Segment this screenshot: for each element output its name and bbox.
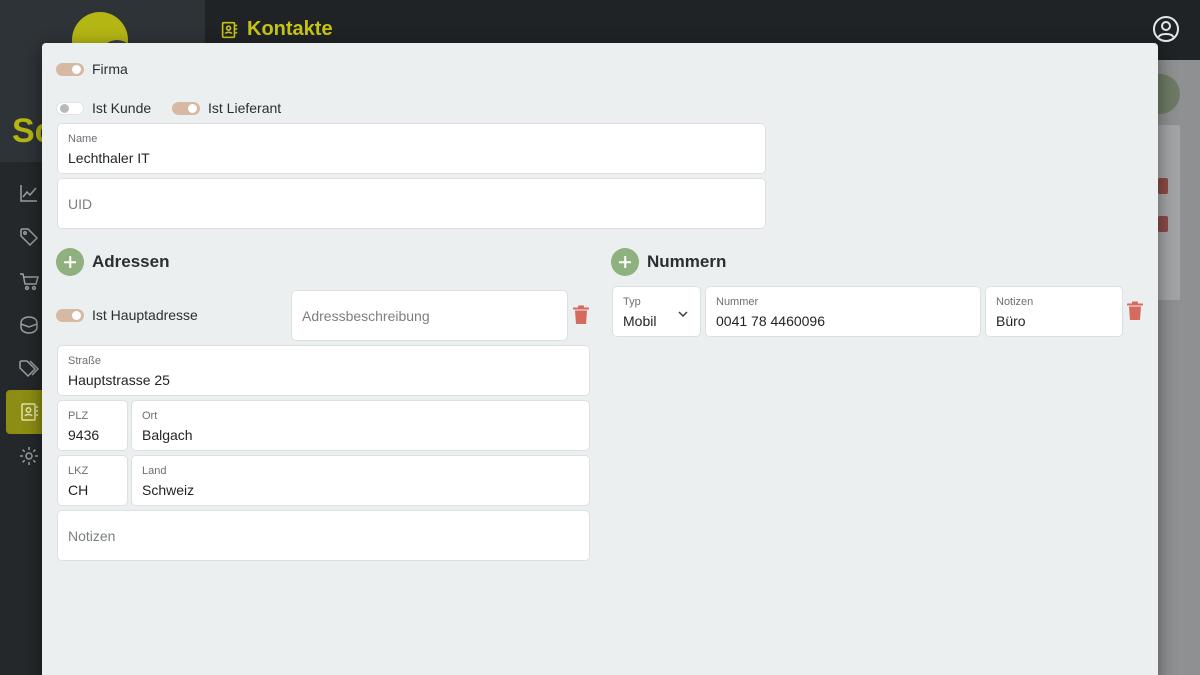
- firma-toggle-row[interactable]: Firma: [56, 61, 128, 77]
- country-code-value: CH: [68, 482, 89, 498]
- ist-lieferant-toggle[interactable]: [172, 101, 200, 115]
- main-address-label: Ist Hauptadresse: [92, 307, 198, 323]
- number-notes-field[interactable]: Notizen Büro: [985, 286, 1123, 337]
- number-notes-value: Büro: [996, 313, 1026, 329]
- tags-icon[interactable]: [18, 358, 40, 380]
- phone-number-value: 0041 78 4460096: [716, 313, 825, 329]
- address-notes-field[interactable]: Notizen: [57, 510, 590, 561]
- zip-value: 9436: [68, 427, 100, 443]
- name-field[interactable]: Name Lechthaler IT: [57, 123, 766, 174]
- country-value: Schweiz: [142, 482, 195, 498]
- chart-line-icon[interactable]: [18, 182, 40, 204]
- settings-icon[interactable]: [18, 445, 40, 467]
- page-title: Kontakte: [219, 18, 333, 41]
- number-type-label: Typ: [623, 296, 641, 308]
- page-title-text: Kontakte: [247, 18, 333, 40]
- address-description-field[interactable]: Adressbeschreibung: [291, 290, 568, 341]
- number-type-select[interactable]: Typ Mobil: [612, 286, 701, 337]
- delete-address-icon[interactable]: [572, 305, 590, 325]
- numbers-heading: Nummern: [611, 248, 726, 276]
- main-address-toggle-row[interactable]: Ist Hauptadresse: [56, 307, 198, 323]
- street-value: Hauptstrasse 25: [68, 372, 170, 388]
- number-type-value: Mobil: [623, 313, 657, 329]
- numbers-heading-text: Nummern: [647, 252, 727, 271]
- ist-kunde-label: Ist Kunde: [92, 100, 152, 116]
- phone-number-field[interactable]: Nummer 0041 78 4460096: [705, 286, 981, 337]
- number-notes-label: Notizen: [996, 296, 1034, 308]
- name-label: Name: [68, 133, 98, 145]
- firma-label: Firma: [92, 61, 128, 77]
- address-notes-placeholder: Notizen: [68, 528, 116, 544]
- name-value: Lechthaler IT: [68, 150, 150, 166]
- phone-number-label: Nummer: [716, 296, 759, 308]
- add-address-button[interactable]: [56, 248, 84, 276]
- add-number-button[interactable]: [611, 248, 639, 276]
- uid-field[interactable]: UID: [57, 178, 766, 229]
- city-label: Ort: [142, 410, 158, 422]
- account-icon[interactable]: [1152, 15, 1180, 43]
- country-code-field[interactable]: LKZ CH: [57, 455, 128, 506]
- uid-placeholder: UID: [68, 196, 93, 212]
- contacts-icon[interactable]: [18, 401, 40, 423]
- ist-kunde-toggle[interactable]: [56, 101, 84, 115]
- zip-field[interactable]: PLZ 9436: [57, 400, 128, 451]
- country-code-label: LKZ: [68, 465, 89, 477]
- address-description-placeholder: Adressbeschreibung: [302, 308, 430, 324]
- ist-kunde-toggle-row[interactable]: Ist Kunde: [56, 100, 151, 116]
- city-field[interactable]: Ort Balgach: [131, 400, 590, 451]
- background-trash-icon: [1158, 216, 1168, 232]
- street-field[interactable]: Straße Hauptstrasse 25: [57, 345, 590, 396]
- chevron-down-icon: [678, 306, 688, 318]
- country-field[interactable]: Land Schweiz: [131, 455, 590, 506]
- main-address-toggle[interactable]: [56, 308, 84, 322]
- contact-edit-dialog: Firma Ist Kunde Ist Lieferant Name Lecht…: [42, 43, 1158, 675]
- ist-lieferant-label: Ist Lieferant: [208, 100, 282, 116]
- ist-lieferant-toggle-row[interactable]: Ist Lieferant: [172, 100, 281, 116]
- contacts-icon: [221, 21, 238, 38]
- addresses-heading-text: Adressen: [92, 252, 170, 271]
- tag-icon[interactable]: [18, 226, 40, 248]
- city-value: Balgach: [142, 427, 193, 443]
- zip-label: PLZ: [68, 410, 89, 422]
- background-trash-icon: [1158, 178, 1168, 194]
- delete-number-icon[interactable]: [1126, 301, 1144, 321]
- street-label: Straße: [68, 355, 102, 367]
- box-icon[interactable]: [18, 314, 40, 336]
- firma-toggle[interactable]: [56, 62, 84, 76]
- cart-icon[interactable]: [18, 270, 40, 292]
- addresses-heading: Adressen: [56, 248, 169, 276]
- country-label: Land: [142, 465, 167, 477]
